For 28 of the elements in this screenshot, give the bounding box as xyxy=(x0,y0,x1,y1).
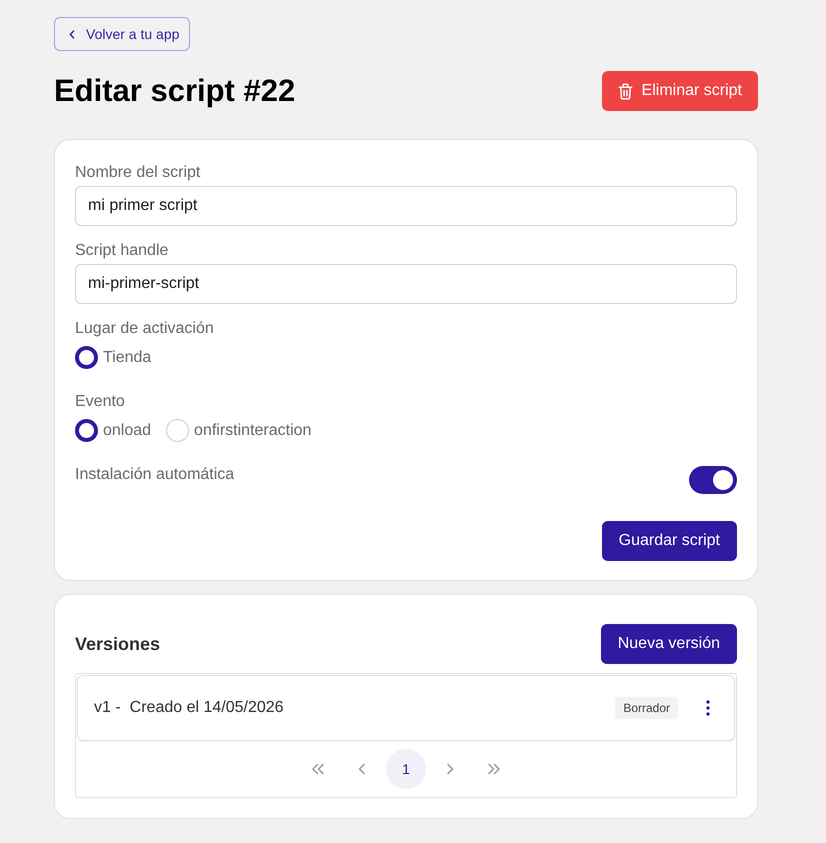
version-number: v1 - xyxy=(94,699,121,717)
radio-label: Tienda xyxy=(103,348,152,366)
radio-label: onfirstinteraction xyxy=(194,420,312,440)
radio-label: onload xyxy=(103,420,152,440)
toggle-switch[interactable] xyxy=(689,466,737,494)
field-label: Script handle xyxy=(75,241,168,260)
double-chevron-left-icon xyxy=(311,763,325,775)
radio-button[interactable] xyxy=(75,346,98,368)
chevron-left-icon xyxy=(69,30,75,38)
text-input[interactable]: mi primer script xyxy=(75,186,737,226)
field-label: Lugar de activación xyxy=(75,319,214,338)
double-chevron-right-icon xyxy=(487,763,501,775)
field-label: Instalación automática xyxy=(75,465,234,484)
section-title: Versiones xyxy=(75,634,160,654)
page-title: Editar script #22 xyxy=(54,73,296,109)
radio-button[interactable] xyxy=(75,418,98,442)
back-button[interactable]: Volver a tu app xyxy=(54,17,190,51)
field-label: Evento xyxy=(75,392,125,411)
page-button[interactable]: 1 xyxy=(386,749,426,789)
more-icon xyxy=(706,700,710,716)
status-badge: Borrador xyxy=(615,697,678,719)
delete-script-button[interactable]: Eliminar script xyxy=(602,71,758,111)
version-date: Creado el 14/05/2026 xyxy=(130,699,284,717)
text-input[interactable]: mi-primer-script xyxy=(75,264,737,304)
new-version-button[interactable]: Nueva versión xyxy=(600,624,737,664)
trash-icon xyxy=(618,82,633,100)
save-script-button[interactable]: Guardar script xyxy=(602,521,737,561)
field-label: Nombre del script xyxy=(75,163,200,182)
